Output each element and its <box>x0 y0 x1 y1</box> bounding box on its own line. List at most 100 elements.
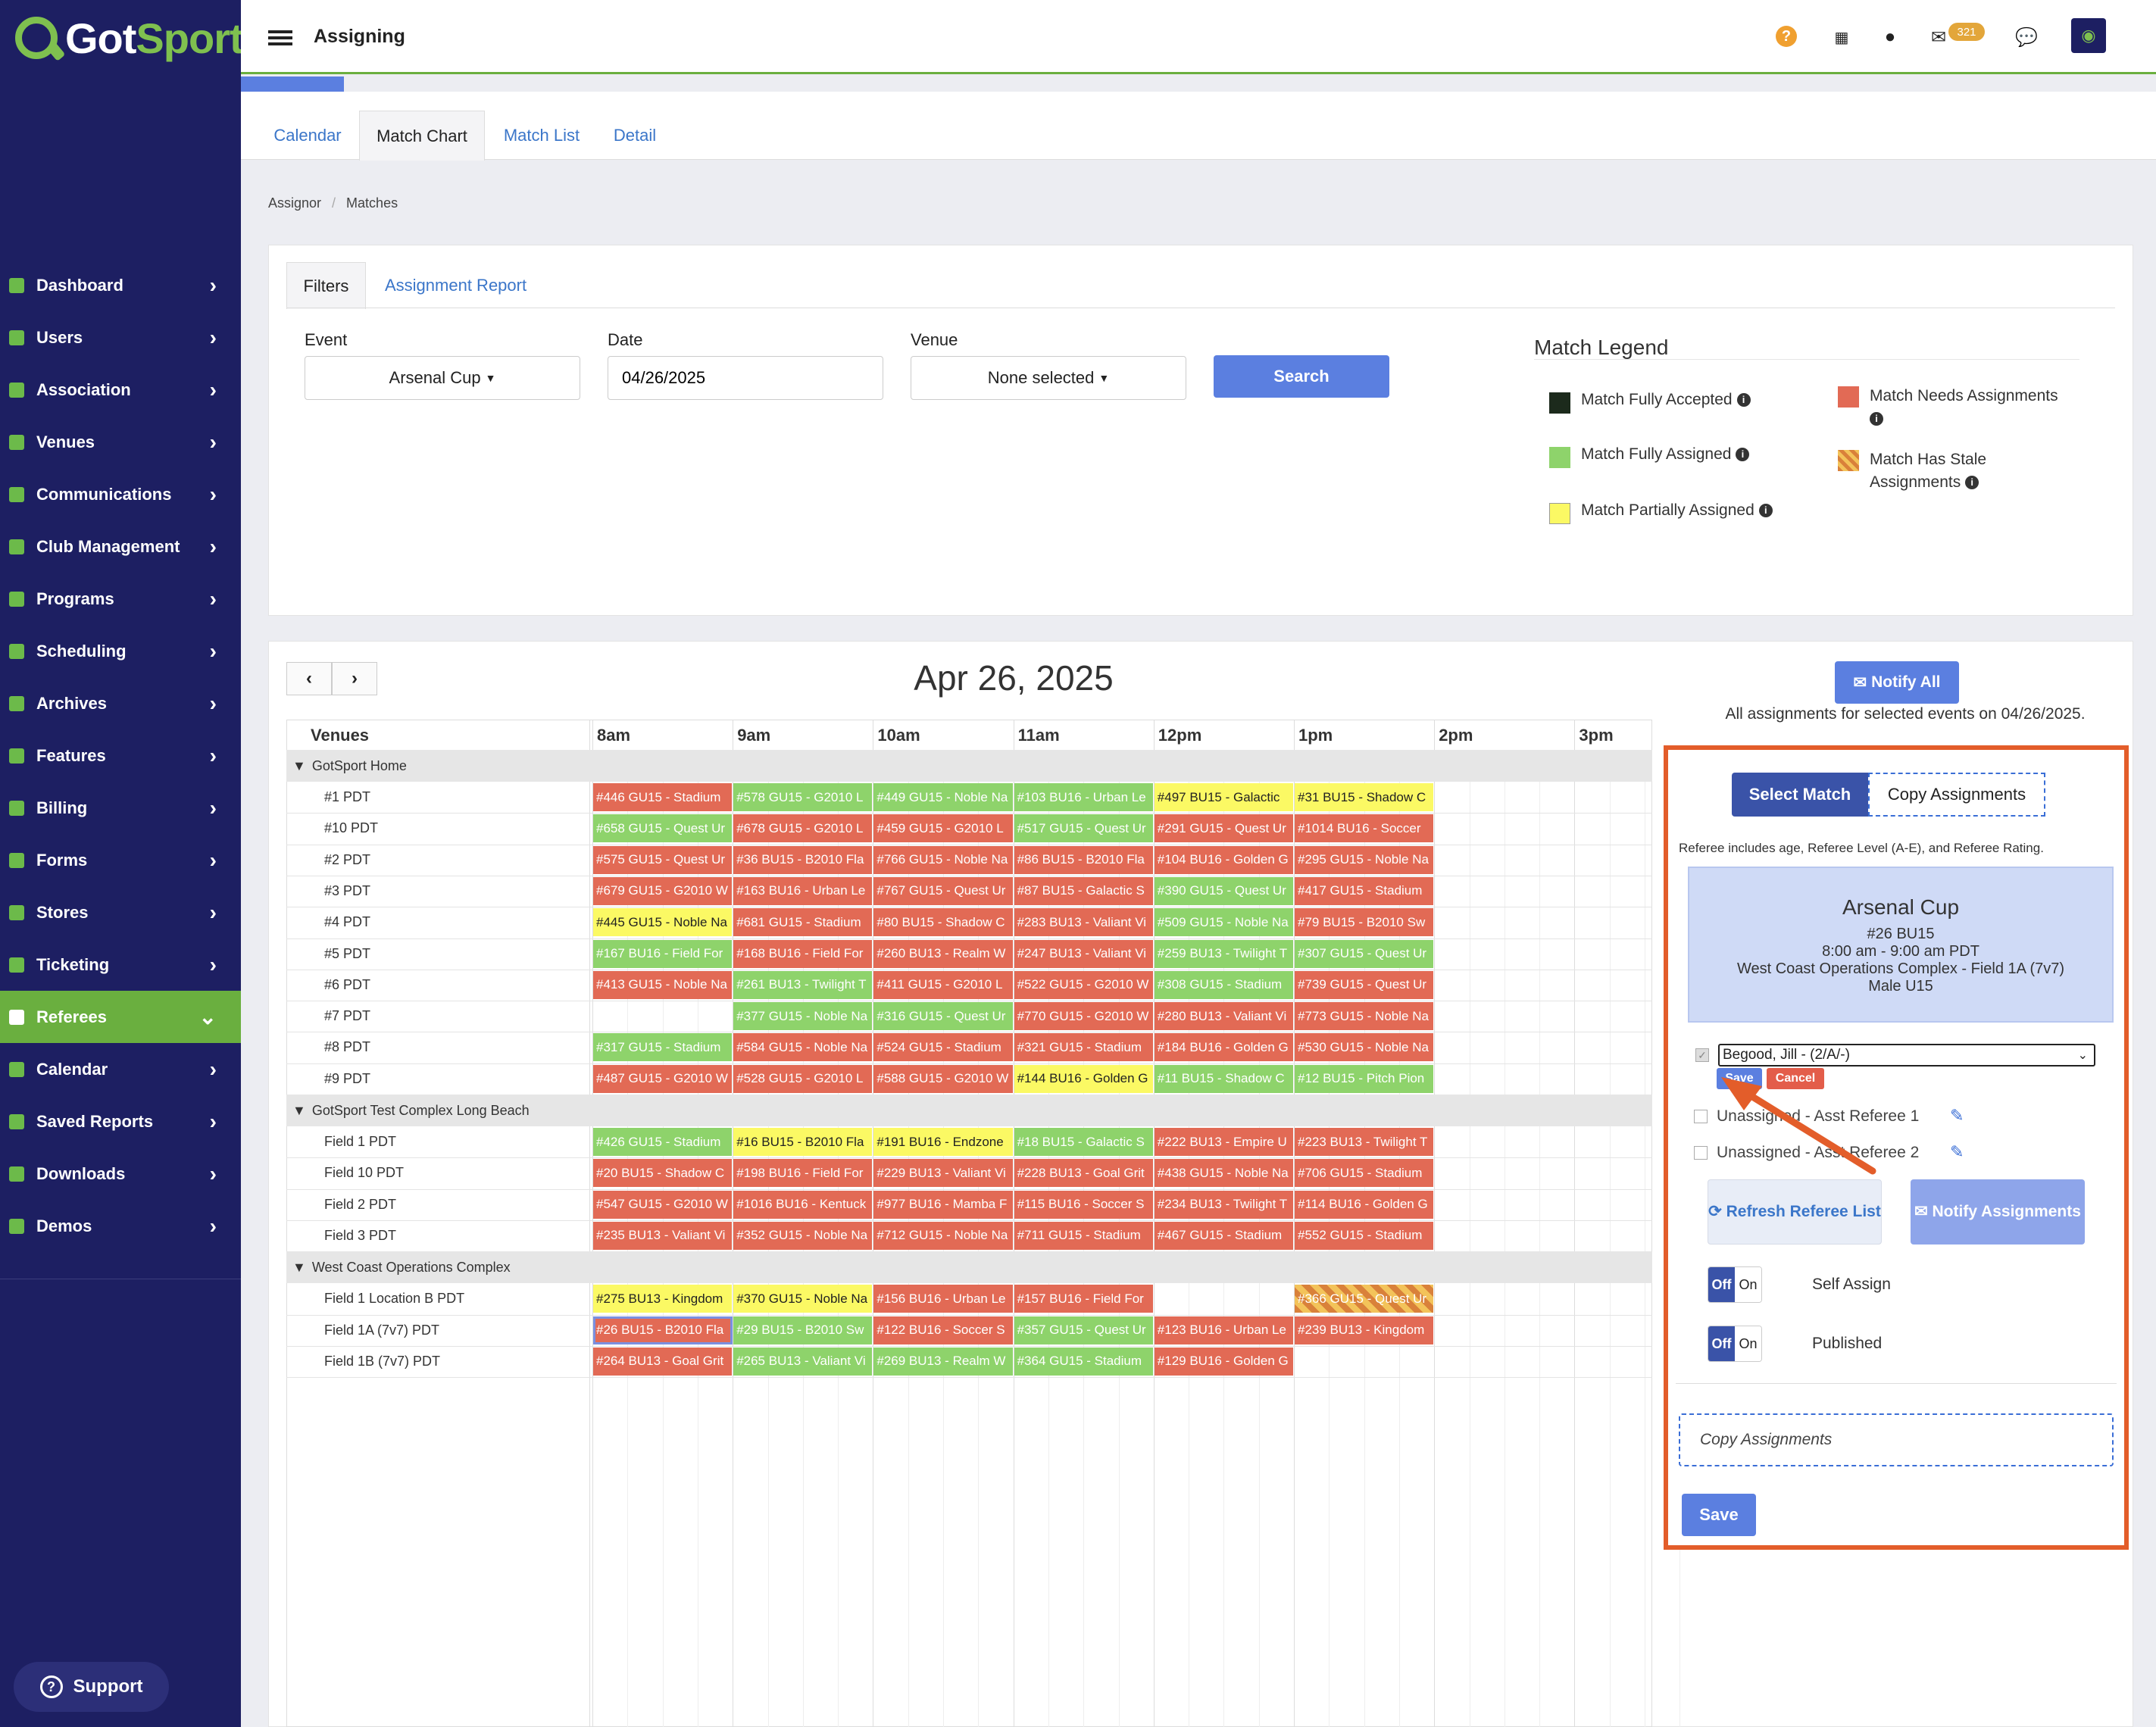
collapse-triangle-icon[interactable]: ▼ <box>292 1260 306 1276</box>
match-cell[interactable]: #317 GU15 - Stadium <box>593 1033 733 1062</box>
match-cell[interactable]: #307 GU15 - Quest Ur <box>1295 939 1435 968</box>
select-match-tab[interactable]: Select Match <box>1732 773 1868 817</box>
match-cell[interactable]: #16 BU15 - B2010 Fla <box>733 1128 873 1156</box>
match-cell[interactable]: #295 GU15 - Noble Na <box>1295 845 1435 874</box>
sidebar-item-archives[interactable]: Archives › <box>0 677 241 729</box>
match-cell[interactable]: #222 BU13 - Empire U <box>1154 1128 1294 1156</box>
venue-dropdown[interactable]: None selected ▼ <box>911 356 1186 400</box>
mail-icon[interactable]: ✉ <box>1927 26 1950 48</box>
sidebar-item-billing[interactable]: Billing › <box>0 782 241 834</box>
sidebar-item-venues[interactable]: Venues › <box>0 416 241 468</box>
breadcrumb-assignor[interactable]: Assignor <box>268 195 321 211</box>
match-cell[interactable]: #445 GU15 - Noble Na <box>593 908 733 937</box>
save-button[interactable]: Save <box>1682 1494 1756 1536</box>
match-cell[interactable]: #706 GU15 - Stadium <box>1295 1159 1435 1188</box>
sidebar-item-association[interactable]: Association › <box>0 364 241 416</box>
sidebar-item-stores[interactable]: Stores › <box>0 886 241 938</box>
match-cell[interactable]: #291 GU15 - Quest Ur <box>1154 814 1294 843</box>
match-cell[interactable]: #29 BU15 - B2010 Sw <box>733 1316 873 1344</box>
match-cell[interactable]: #167 BU16 - Field For <box>593 939 733 968</box>
match-cell[interactable]: #198 BU16 - Field For <box>733 1159 873 1188</box>
self-assign-off[interactable]: Off <box>1708 1267 1735 1302</box>
match-cell[interactable]: #528 GU15 - G2010 L <box>733 1064 873 1093</box>
match-cell[interactable]: #36 BU15 - B2010 Fla <box>733 845 873 874</box>
match-cell[interactable]: #80 BU15 - Shadow C <box>873 908 1014 937</box>
sidebar-item-saved-reports[interactable]: Saved Reports › <box>0 1095 241 1148</box>
match-cell[interactable]: #977 BU16 - Mamba F <box>873 1190 1014 1219</box>
match-cell[interactable]: #103 BU16 - Urban Le <box>1014 783 1154 811</box>
info-icon[interactable]: i <box>1870 412 1883 426</box>
sidebar-item-users[interactable]: Users › <box>0 311 241 364</box>
chat-icon[interactable]: 💬 <box>2015 26 2038 48</box>
match-cell[interactable]: #712 GU15 - Noble Na <box>873 1221 1014 1250</box>
match-cell[interactable]: #530 GU15 - Noble Na <box>1295 1033 1435 1062</box>
tab-match-chart[interactable]: Match Chart <box>359 111 485 161</box>
match-cell[interactable]: #264 BU13 - Goal Grit <box>593 1347 733 1376</box>
match-cell[interactable]: #20 BU15 - Shadow C <box>593 1159 733 1188</box>
event-dropdown[interactable]: Arsenal Cup ▼ <box>305 356 580 400</box>
match-cell[interactable]: #487 GU15 - G2010 W <box>593 1064 733 1093</box>
user-icon[interactable]: ● <box>1879 26 1901 48</box>
venue-group-row[interactable]: ▼ GotSport Home <box>286 750 1652 782</box>
refresh-referee-list-button[interactable]: ⟳ Refresh Referee List <box>1708 1179 1882 1245</box>
match-cell[interactable]: #129 BU16 - Golden G <box>1154 1347 1294 1376</box>
match-cell[interactable]: #275 BU13 - Kingdom <box>593 1285 733 1313</box>
match-cell[interactable]: #261 BU13 - Twilight T <box>733 970 873 999</box>
match-cell[interactable]: #247 BU13 - Valiant Vi <box>1014 939 1154 968</box>
copy-assignments-tab[interactable]: Copy Assignments <box>1868 773 2045 817</box>
sidebar-item-communications[interactable]: Communications › <box>0 468 241 520</box>
search-button[interactable]: Search <box>1214 355 1389 398</box>
match-cell[interactable]: #18 BU15 - Galactic S <box>1014 1128 1154 1156</box>
match-cell[interactable]: #497 BU15 - Galactic <box>1154 783 1294 811</box>
match-cell[interactable]: #123 BU16 - Urban Le <box>1154 1316 1294 1344</box>
match-cell[interactable]: #739 GU15 - Quest Ur <box>1295 970 1435 999</box>
tab-match-list[interactable]: Match List <box>494 111 589 161</box>
venue-group-row[interactable]: ▼ West Coast Operations Complex <box>286 1251 1652 1284</box>
match-cell[interactable]: #509 GU15 - Noble Na <box>1154 908 1294 937</box>
support-button[interactable]: ? Support <box>14 1662 169 1712</box>
sidebar-item-scheduling[interactable]: Scheduling › <box>0 625 241 677</box>
date-input[interactable] <box>608 356 883 400</box>
notify-all-button[interactable]: ✉ Notify All <box>1835 661 1959 704</box>
match-cell[interactable]: #115 BU16 - Soccer S <box>1014 1190 1154 1219</box>
match-cell[interactable]: #522 GU15 - G2010 W <box>1014 970 1154 999</box>
edit-pencil-icon[interactable]: ✎ <box>1950 1106 1964 1126</box>
sidebar-item-calendar[interactable]: Calendar › <box>0 1043 241 1095</box>
referee-select[interactable]: Begood, Jill - (2/A/-) ⌄ <box>1718 1044 2095 1066</box>
match-cell[interactable]: #156 BU16 - Urban Le <box>873 1285 1014 1313</box>
match-cell[interactable]: #364 GU15 - Stadium <box>1014 1347 1154 1376</box>
match-cell[interactable]: #678 GU15 - G2010 L <box>733 814 873 843</box>
match-cell[interactable]: #517 GU15 - Quest Ur <box>1014 814 1154 843</box>
sidebar-item-features[interactable]: Features › <box>0 729 241 782</box>
match-cell[interactable]: #390 GU15 - Quest Ur <box>1154 876 1294 905</box>
match-cell[interactable]: #575 GU15 - Quest Ur <box>593 845 733 874</box>
match-cell[interactable]: #260 BU13 - Realm W <box>873 939 1014 968</box>
sidebar-item-downloads[interactable]: Downloads › <box>0 1148 241 1200</box>
match-cell[interactable]: #259 BU13 - Twilight T <box>1154 939 1294 968</box>
edit-pencil-icon[interactable]: ✎ <box>1950 1142 1964 1162</box>
match-cell[interactable]: #168 BU16 - Field For <box>733 939 873 968</box>
match-cell[interactable]: #366 GU15 - Quest Ur <box>1295 1285 1435 1313</box>
match-cell[interactable]: #122 BU16 - Soccer S <box>873 1316 1014 1344</box>
match-cell[interactable]: #235 BU13 - Valiant Vi <box>593 1221 733 1250</box>
match-cell[interactable]: #449 GU15 - Noble Na <box>873 783 1014 811</box>
match-cell[interactable]: #308 GU15 - Stadium <box>1154 970 1294 999</box>
match-cell[interactable]: #370 GU15 - Noble Na <box>733 1285 873 1313</box>
match-cell[interactable]: #773 GU15 - Noble Na <box>1295 1002 1435 1031</box>
notify-assignments-button[interactable]: ✉ Notify Assignments <box>1911 1179 2085 1245</box>
published-on[interactable]: On <box>1735 1326 1761 1361</box>
match-cell[interactable]: #104 BU16 - Golden G <box>1154 845 1294 874</box>
match-cell[interactable]: #265 BU13 - Valiant Vi <box>733 1347 873 1376</box>
qr-code-icon[interactable]: ▦ <box>1830 26 1853 48</box>
match-cell[interactable]: #467 GU15 - Stadium <box>1154 1221 1294 1250</box>
match-cell[interactable]: #157 BU16 - Field For <box>1014 1285 1154 1313</box>
help-icon[interactable]: ? <box>1776 26 1797 47</box>
self-assign-on[interactable]: On <box>1735 1267 1761 1302</box>
copy-assignments-input[interactable]: Copy Assignments <box>1679 1413 2114 1466</box>
match-cell[interactable]: #352 GU15 - Noble Na <box>733 1221 873 1250</box>
match-cell[interactable]: #316 GU15 - Quest Ur <box>873 1002 1014 1031</box>
match-cell[interactable]: #228 BU13 - Goal Grit <box>1014 1159 1154 1188</box>
match-cell[interactable]: #426 GU15 - Stadium <box>593 1128 733 1156</box>
match-cell[interactable]: #588 GU15 - G2010 W <box>873 1064 1014 1093</box>
match-cell[interactable]: #11 BU15 - Shadow C <box>1154 1064 1294 1093</box>
